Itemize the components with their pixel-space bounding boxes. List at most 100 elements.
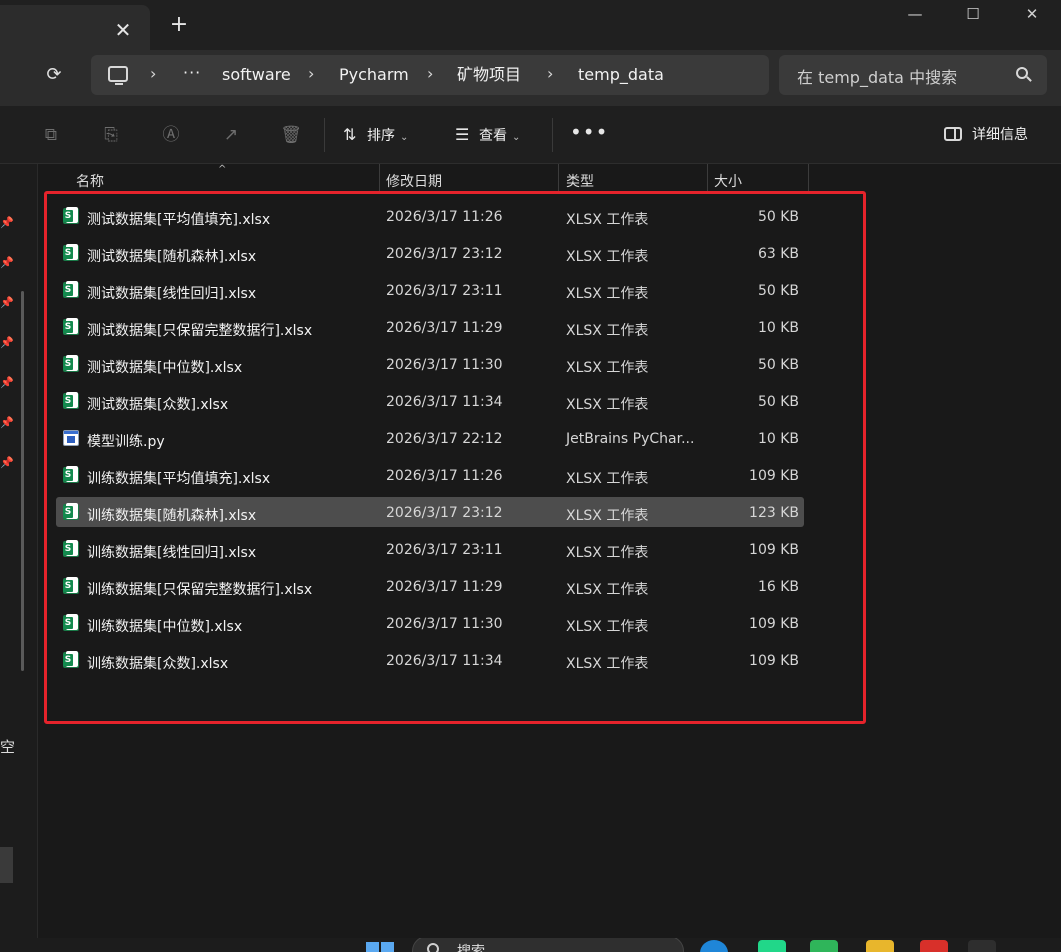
- search-input[interactable]: 在 temp_data 中搜索: [779, 55, 1047, 95]
- sort-label: 排序: [367, 128, 395, 144]
- file-row[interactable]: 测试数据集[只保留完整数据行].xlsx 2026/3/17 11:29 XLSX …: [56, 312, 804, 342]
- command-bar: ⧉ ⎘ Ⓐ ↗ 🗑 ⇅ 排序 ⌄ ☰ 查看 ⌄ ••• 详细信息: [0, 106, 1061, 164]
- delete-icon[interactable]: 🗑: [280, 124, 302, 146]
- wechat-icon[interactable]: [968, 940, 996, 952]
- copy-icon[interactable]: ⧉: [40, 124, 62, 146]
- file-size: 10 KB: [757, 431, 799, 447]
- start-button[interactable]: [366, 942, 394, 952]
- column-divider[interactable]: [707, 164, 708, 192]
- nav-item-selected[interactable]: [0, 847, 13, 883]
- pin-icon[interactable]: 📌: [0, 377, 14, 389]
- file-row[interactable]: 测试数据集[中位数].xlsx 2026/3/17 11:30 XLSX 工作表 50…: [56, 349, 804, 379]
- file-type: XLSX 工作表: [566, 545, 649, 561]
- view-button[interactable]: ☰ 查看 ⌄: [455, 124, 520, 146]
- breadcrumb-pycharm[interactable]: Pycharm: [339, 64, 409, 86]
- refresh-icon[interactable]: ⟳: [43, 64, 65, 86]
- taskbar: 搜索: [0, 938, 1061, 952]
- pin-icon[interactable]: 📌: [0, 257, 14, 269]
- file-row[interactable]: 测试数据集[平均值填充].xlsx 2026/3/17 11:26 XLSX 工作表…: [56, 201, 804, 231]
- breadcrumb-overflow[interactable]: ···: [183, 62, 201, 84]
- excel-file-icon: [63, 281, 79, 298]
- file-date: 2026/3/17 23:12: [386, 505, 503, 521]
- edge-icon[interactable]: [700, 940, 728, 952]
- excel-file-icon: [63, 392, 79, 409]
- pin-icon[interactable]: 📌: [0, 337, 14, 349]
- file-row[interactable]: 测试数据集[众数].xlsx 2026/3/17 11:34 XLSX 工作表 50 …: [56, 386, 804, 416]
- close-window-icon[interactable]: ✕: [1019, 4, 1045, 24]
- address-row: ⟳ › ··· software › Pycharm › 矿物项目 › temp…: [0, 50, 1061, 106]
- file-row[interactable]: 模型训练.py 2026/3/17 22:12 JetBrains PyChar..…: [56, 423, 804, 453]
- file-date: 2026/3/17 11:26: [386, 468, 503, 484]
- tab-strip: ✕ + — ☐ ✕: [0, 0, 1061, 50]
- file-explorer-icon[interactable]: [866, 940, 894, 952]
- file-size: 50 KB: [757, 283, 799, 299]
- column-header-name[interactable]: 名称: [76, 171, 104, 191]
- chevron-down-icon: ⌄: [512, 132, 521, 143]
- close-tab-icon[interactable]: ✕: [112, 19, 134, 41]
- file-name: 训练数据集[众数].xlsx: [87, 656, 229, 672]
- file-row[interactable]: 训练数据集[中位数].xlsx 2026/3/17 11:30 XLSX 工作表 10…: [56, 608, 804, 638]
- column-header-type[interactable]: 类型: [566, 171, 594, 191]
- column-divider[interactable]: [558, 164, 559, 192]
- column-header-row: ^ 名称 修改日期 类型 大小: [38, 164, 1061, 192]
- column-divider[interactable]: [808, 164, 809, 192]
- column-header-date[interactable]: 修改日期: [386, 171, 442, 191]
- pycharm-icon[interactable]: [758, 940, 786, 952]
- breadcrumb-project[interactable]: 矿物项目: [457, 64, 521, 86]
- file-type: JetBrains PyChar...: [566, 431, 695, 447]
- taskbar-search[interactable]: 搜索: [412, 938, 684, 952]
- app-icon[interactable]: [920, 940, 948, 952]
- breadcrumb-temp-data[interactable]: temp_data: [578, 64, 664, 86]
- file-name: 训练数据集[随机森林].xlsx: [87, 508, 257, 524]
- excel-file-icon: [63, 318, 79, 335]
- nav-scrollbar[interactable]: [21, 291, 24, 671]
- excel-file-icon: [63, 244, 79, 261]
- chevron-right-icon[interactable]: ›: [547, 63, 553, 85]
- maximize-icon[interactable]: ☐: [960, 4, 986, 24]
- new-tab-icon[interactable]: +: [168, 14, 190, 36]
- sort-button[interactable]: ⇅ 排序 ⌄: [343, 124, 408, 146]
- file-type: XLSX 工作表: [566, 397, 649, 413]
- search-icon[interactable]: [1016, 67, 1028, 79]
- file-name: 训练数据集[线性回归].xlsx: [87, 545, 257, 561]
- file-type: XLSX 工作表: [566, 249, 649, 265]
- nav-item-partial[interactable]: 空: [0, 736, 15, 757]
- excel-file-icon: [63, 466, 79, 483]
- chevron-down-icon: ⌄: [400, 132, 409, 143]
- share-icon[interactable]: ↗: [220, 124, 242, 146]
- details-pane-button[interactable]: 详细信息: [944, 124, 1028, 146]
- file-name: 训练数据集[平均值填充].xlsx: [87, 471, 271, 487]
- active-tab[interactable]: ✕: [0, 5, 150, 50]
- file-row[interactable]: 测试数据集[线性回归].xlsx 2026/3/17 23:11 XLSX 工作表 5…: [56, 275, 804, 305]
- file-row[interactable]: 训练数据集[众数].xlsx 2026/3/17 11:34 XLSX 工作表 109…: [56, 645, 804, 675]
- file-name: 测试数据集[随机森林].xlsx: [87, 249, 257, 265]
- app-icon[interactable]: [810, 940, 838, 952]
- column-header-size[interactable]: 大小: [714, 171, 742, 191]
- pin-icon[interactable]: 📌: [0, 457, 14, 469]
- minimize-icon[interactable]: —: [902, 4, 928, 24]
- file-row[interactable]: 训练数据集[平均值填充].xlsx 2026/3/17 11:26 XLSX 工作表…: [56, 460, 804, 490]
- pin-icon[interactable]: 📌: [0, 217, 14, 229]
- file-name: 测试数据集[中位数].xlsx: [87, 360, 243, 376]
- file-row[interactable]: 训练数据集[线性回归].xlsx 2026/3/17 23:11 XLSX 工作表 1…: [56, 534, 804, 564]
- chevron-right-icon[interactable]: ›: [308, 63, 314, 85]
- file-row[interactable]: 训练数据集[随机森林].xlsx 2026/3/17 23:12 XLSX 工作表 1…: [56, 497, 804, 527]
- file-size: 109 KB: [749, 468, 799, 484]
- more-options-icon[interactable]: •••: [570, 120, 608, 144]
- file-row[interactable]: 训练数据集[只保留完整数据行].xlsx 2026/3/17 11:29 XLSX …: [56, 571, 804, 601]
- file-row[interactable]: 测试数据集[随机森林].xlsx 2026/3/17 23:12 XLSX 工作表 6…: [56, 238, 804, 268]
- rename-icon[interactable]: Ⓐ: [160, 124, 182, 146]
- pin-icon[interactable]: 📌: [0, 417, 14, 429]
- address-bar[interactable]: › ··· software › Pycharm › 矿物项目 › temp_d…: [91, 55, 769, 95]
- this-pc-icon[interactable]: [108, 66, 128, 85]
- file-size: 123 KB: [749, 505, 799, 521]
- chevron-right-icon[interactable]: ›: [150, 63, 156, 85]
- file-type: XLSX 工作表: [566, 286, 649, 302]
- file-date: 2026/3/17 11:30: [386, 357, 503, 373]
- pin-icon[interactable]: 📌: [0, 297, 14, 309]
- breadcrumb-software[interactable]: software: [222, 64, 291, 86]
- paste-icon[interactable]: ⎘: [100, 124, 122, 146]
- column-divider[interactable]: [379, 164, 380, 192]
- file-date: 2026/3/17 11:34: [386, 653, 503, 669]
- chevron-right-icon[interactable]: ›: [427, 63, 433, 85]
